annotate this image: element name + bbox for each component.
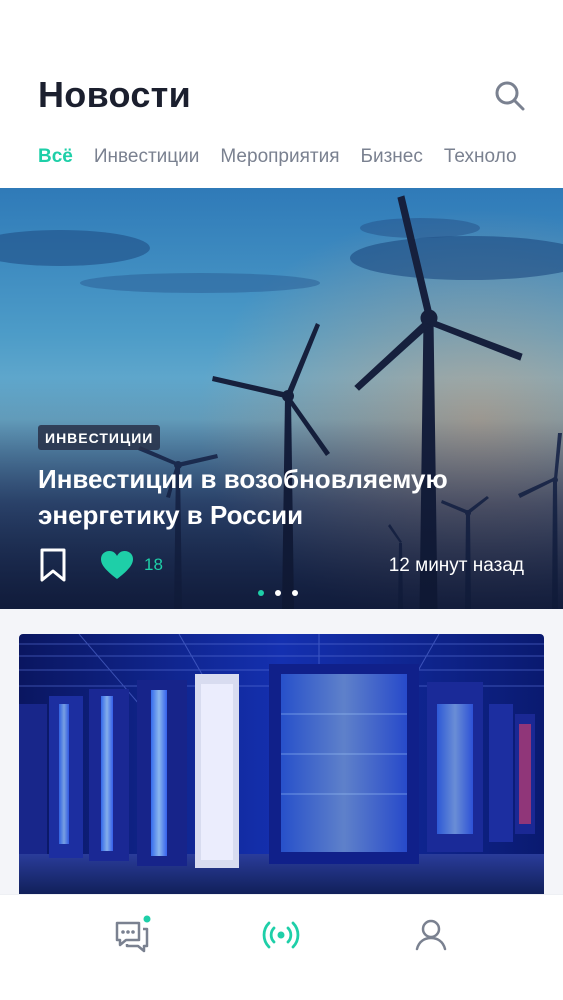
page-title: Новости bbox=[38, 74, 192, 115]
news-feed bbox=[0, 609, 563, 894]
tab-technology[interactable]: Техноло bbox=[444, 146, 517, 168]
bottom-navigation bbox=[0, 894, 563, 1000]
bookmark-icon bbox=[40, 548, 66, 582]
nav-feed-button[interactable] bbox=[261, 915, 301, 955]
tab-investments[interactable]: Инвестиции bbox=[94, 146, 200, 168]
article-title[interactable]: Инвестиции в возобновляемую энергетику в… bbox=[38, 461, 518, 533]
carousel-indicator bbox=[258, 590, 298, 596]
carousel-dot[interactable] bbox=[292, 590, 298, 596]
chat-icon bbox=[115, 915, 151, 953]
tab-business[interactable]: Бизнес bbox=[361, 146, 423, 168]
broadcast-icon bbox=[262, 921, 300, 949]
carousel-dot[interactable] bbox=[258, 590, 264, 596]
tab-all[interactable]: Всё bbox=[38, 146, 73, 168]
category-tabs: Всё Инвестиции Мероприятия Бизнес Технол… bbox=[38, 146, 538, 168]
profile-icon bbox=[415, 919, 447, 951]
nav-chat-button[interactable] bbox=[112, 915, 152, 955]
article-card[interactable] bbox=[19, 634, 544, 894]
like-count: 18 bbox=[144, 555, 163, 574]
wind-turbines-image bbox=[0, 188, 563, 609]
publish-time: 12 минут назад bbox=[388, 555, 524, 576]
app-header: Новости Всё Инвестиции Мероприятия Бизне… bbox=[0, 0, 563, 188]
notification-dot bbox=[143, 915, 151, 923]
search-button[interactable] bbox=[490, 76, 530, 116]
nav-profile-button[interactable] bbox=[411, 915, 451, 955]
tab-events[interactable]: Мероприятия bbox=[220, 146, 339, 168]
like-button[interactable] bbox=[100, 550, 134, 580]
bookmark-button[interactable] bbox=[38, 547, 68, 583]
search-icon bbox=[495, 81, 525, 111]
heart-icon bbox=[101, 551, 133, 579]
carousel-dot[interactable] bbox=[275, 590, 281, 596]
featured-article[interactable]: ИНВЕСТИЦИИ Инвестиции в возобновляемую э… bbox=[0, 188, 563, 609]
data-center-image bbox=[19, 634, 544, 894]
category-badge[interactable]: ИНВЕСТИЦИИ bbox=[38, 425, 161, 450]
